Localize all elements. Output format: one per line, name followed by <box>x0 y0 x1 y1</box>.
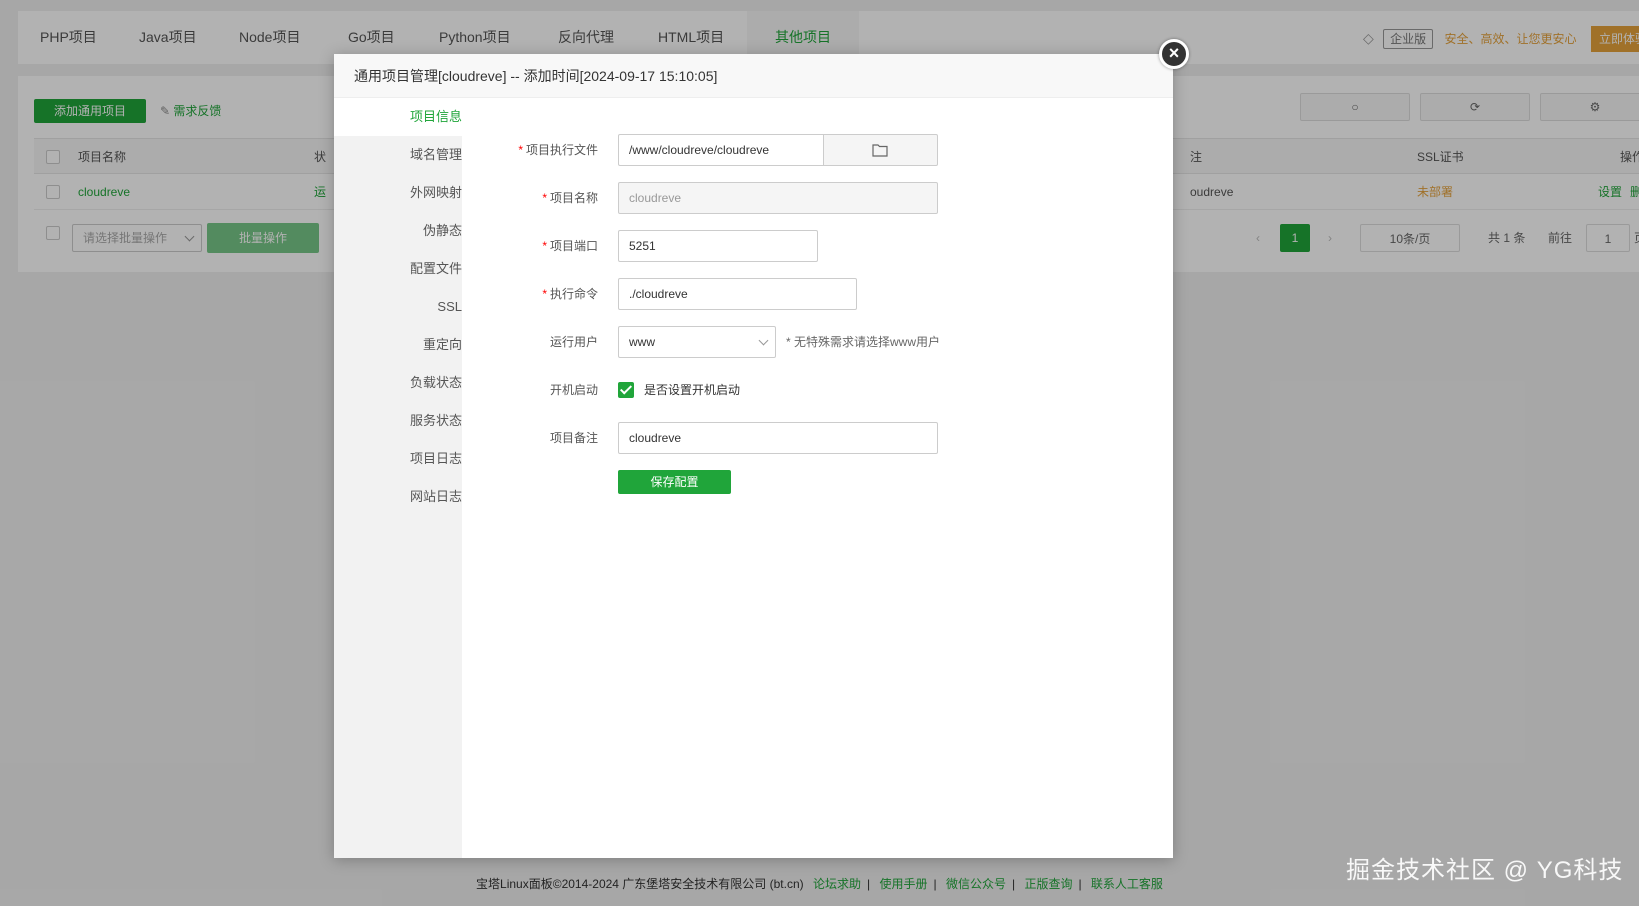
remark-label: 项目备注 <box>549 431 598 445</box>
close-icon[interactable]: × <box>1159 39 1189 69</box>
autostart-checkbox[interactable] <box>618 382 634 398</box>
run-user-value: www <box>629 335 655 349</box>
autostart-text[interactable]: 是否设置开机启动 <box>644 374 740 406</box>
required-mark: * <box>542 191 547 205</box>
nav-item-project-log[interactable]: 项目日志 <box>334 440 462 478</box>
project-name-label: * 项目名称 <box>502 182 598 214</box>
nav-label: 项目信息 <box>409 109 462 124</box>
nav-label: 配置文件 <box>409 261 462 276</box>
nav-label: 服务状态 <box>409 413 462 428</box>
chevron-down-icon <box>758 335 769 346</box>
nav-item-rewrite[interactable]: 伪静态 <box>334 212 462 250</box>
nav-item-service-status[interactable]: 服务状态 <box>334 402 462 440</box>
modal-title: 通用项目管理[cloudreve] -- 添加时间[2024-09-17 15:… <box>334 54 1173 98</box>
nav-label: 负载状态 <box>409 375 462 390</box>
run-user-select[interactable]: www <box>618 326 776 358</box>
nav-item-project-info[interactable]: 项目信息 <box>334 98 462 136</box>
required-mark: * <box>542 287 547 301</box>
project-name-label-text: 项目名称 <box>549 191 598 205</box>
nav-item-external-mapping[interactable]: 外网映射 <box>334 174 462 212</box>
nav-label: 项目日志 <box>409 451 462 466</box>
nav-item-site-log[interactable]: 网站日志 <box>334 478 462 516</box>
nav-item-domain[interactable]: 域名管理 <box>334 136 462 174</box>
nav-label: SSL <box>437 299 462 314</box>
exec-file-label-text: 项目执行文件 <box>525 143 598 157</box>
required-mark: * <box>542 239 547 253</box>
watermark: 掘金技术社区 @ YG科技 <box>1346 857 1624 884</box>
project-settings-modal: 通用项目管理[cloudreve] -- 添加时间[2024-09-17 15:… <box>334 39 1189 858</box>
exec-command-label-text: 执行命令 <box>549 287 598 301</box>
nav-label: 网站日志 <box>409 489 462 504</box>
folder-icon <box>872 144 888 157</box>
run-user-label: 运行用户 <box>549 335 598 349</box>
project-port-input[interactable]: 5251 <box>618 230 818 262</box>
autostart-label: 开机启动 <box>549 383 598 397</box>
nav-item-load-status[interactable]: 负载状态 <box>334 364 462 402</box>
exec-file-input[interactable]: /www/cloudreve/cloudreve <box>618 134 824 166</box>
nav-label: 重定向 <box>422 337 462 352</box>
required-mark: * <box>518 143 523 157</box>
run-user-hint: * 无特殊需求请选择www用户 <box>786 335 941 349</box>
exec-file-label: * 项目执行文件 <box>502 134 598 166</box>
exec-command-label: * 执行命令 <box>502 278 598 310</box>
nav-item-config-file[interactable]: 配置文件 <box>334 250 462 288</box>
nav-label: 外网映射 <box>409 185 462 200</box>
project-port-label-text: 项目端口 <box>549 239 598 253</box>
save-config-button[interactable]: 保存配置 <box>618 470 731 494</box>
nav-item-ssl[interactable]: SSL <box>334 288 462 326</box>
project-port-label: * 项目端口 <box>502 230 598 262</box>
nav-label: 域名管理 <box>409 147 462 162</box>
exec-command-input[interactable]: ./cloudreve <box>618 278 857 310</box>
modal-side-nav: 项目信息 域名管理 外网映射 伪静态 配置文件 SSL 重定向 负载状态 服务状… <box>334 98 462 858</box>
remark-input[interactable]: cloudreve <box>618 422 938 454</box>
folder-select-button[interactable] <box>824 134 938 166</box>
nav-item-redirect[interactable]: 重定向 <box>334 326 462 364</box>
project-name-input: cloudreve <box>618 182 938 214</box>
nav-label: 伪静态 <box>422 223 462 238</box>
